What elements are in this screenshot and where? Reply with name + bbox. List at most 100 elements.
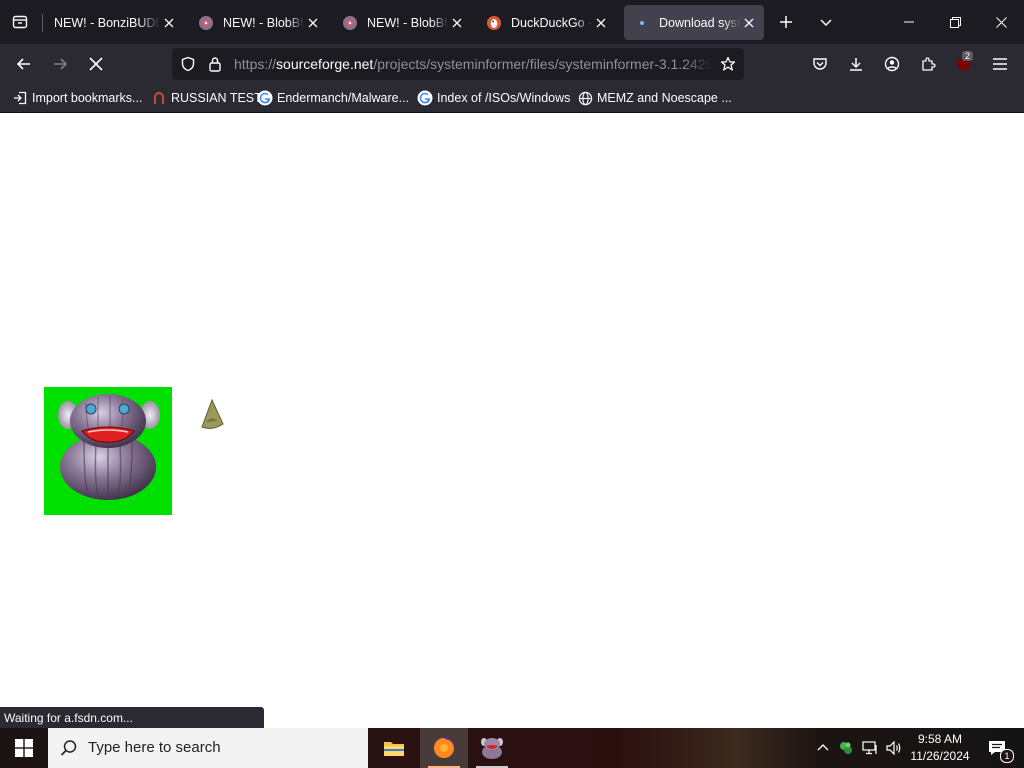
list-all-tabs-button[interactable]: [810, 6, 842, 38]
speaker-icon: [886, 741, 901, 755]
taskbar-clock[interactable]: 9:58 AM 11/26/2024: [905, 731, 975, 765]
pocket-button[interactable]: [804, 48, 836, 80]
taskbar-firefox[interactable]: [420, 728, 468, 768]
tab-blobbuddy-2[interactable]: NEW! - BlobBUDDY!: [332, 5, 472, 40]
extensions-button[interactable]: [912, 48, 944, 80]
forward-arrow-icon: [54, 58, 68, 70]
bookmark-memz[interactable]: MEMZ and Noescape ...: [577, 84, 732, 112]
tray-app-icon[interactable]: [834, 728, 858, 768]
bookmark-label: Endermanch/Malware...: [277, 91, 410, 105]
tab-bonzibuddy[interactable]: NEW! - BonziBUDDY!: [44, 5, 184, 40]
stop-loading-button[interactable]: [80, 48, 112, 80]
minimize-window-button[interactable]: [886, 0, 932, 44]
restore-window-button[interactable]: [932, 0, 978, 44]
blob-character-icon: [58, 394, 160, 500]
windows-logo-icon: [15, 739, 33, 757]
search-icon: [60, 740, 77, 756]
forward-button[interactable]: [44, 48, 76, 80]
restore-icon: [949, 16, 961, 28]
plus-icon: [780, 16, 792, 28]
taskbar-blobbuddy[interactable]: [468, 728, 516, 768]
close-tab-icon[interactable]: [594, 16, 608, 30]
clock-time: 9:58 AM: [917, 732, 963, 746]
download-icon: [850, 58, 862, 71]
tab-duckduckgo[interactable]: DuckDuckGo - Your: [476, 5, 616, 40]
tab-strip: NEW! - BonziBUDDY! NEW! - BlobBUDDY! NEW…: [0, 0, 1024, 44]
downloads-button[interactable]: [840, 48, 872, 80]
globe-icon: [577, 90, 593, 106]
close-icon: [995, 16, 1007, 28]
navigation-toolbar: https://sourceforge.net/projects/systemi…: [0, 44, 1024, 84]
network-icon: [862, 741, 877, 755]
import-icon: [12, 90, 28, 106]
page-content: Waiting for a.fsdn.com...: [0, 113, 1024, 728]
taskbar-search-box[interactable]: Type here to search: [48, 728, 368, 768]
tab-download-systeminformer[interactable]: Download systeminformer: [624, 5, 764, 40]
windows-taskbar: Type here to search 9:58 AM 11/26/2024 1: [0, 728, 1024, 768]
bookmark-label: Import bookmarks...: [32, 91, 143, 105]
url-text[interactable]: https://sourceforge.net/projects/systemi…: [234, 56, 712, 72]
account-button[interactable]: [876, 48, 908, 80]
show-hidden-icons-button[interactable]: [810, 728, 836, 768]
close-tab-icon[interactable]: [306, 16, 320, 30]
bookmark-index-isos[interactable]: Index of /ISOs/Windows: [417, 84, 570, 112]
new-tab-button[interactable]: [770, 6, 802, 38]
back-button[interactable]: [8, 48, 40, 80]
network-icon-button[interactable]: [858, 728, 882, 768]
google-icon: [417, 90, 433, 106]
stop-icon: [89, 57, 103, 71]
tab-title: NEW! - BlobBUDDY!: [223, 15, 304, 30]
chevron-up-icon: [817, 744, 829, 751]
bookmark-import[interactable]: Import bookmarks...: [12, 84, 142, 112]
back-arrow-icon: [16, 58, 30, 70]
url-scheme: https://: [234, 56, 277, 72]
pocket-icon: [813, 58, 827, 70]
start-button[interactable]: [0, 728, 48, 768]
taskbar-file-explorer[interactable]: [370, 728, 418, 768]
search-placeholder: Type here to search: [88, 739, 221, 756]
account-icon: [884, 56, 900, 72]
bookmark-endermanch[interactable]: Endermanch/Malware...: [257, 84, 409, 112]
app-menu-button[interactable]: [984, 48, 1016, 80]
extension-badge: 2: [962, 51, 974, 61]
minimize-icon: [904, 21, 914, 23]
bookmark-label: RUSSIAN TEST: [171, 91, 262, 105]
blobbuddy-mascot[interactable]: [44, 387, 172, 515]
blob-icon: [198, 15, 214, 31]
address-bar[interactable]: https://sourceforge.net/projects/systemi…: [172, 48, 744, 80]
bookmark-label: MEMZ and Noescape ...: [597, 91, 732, 105]
green-shield-icon: [840, 742, 852, 754]
blob-app-icon: [481, 738, 503, 759]
url-path: /projects/systeminformer/files/systeminf…: [373, 56, 712, 72]
bookmark-label: Index of /ISOs/Windows: [437, 91, 571, 105]
duckduckgo-icon: [486, 15, 502, 31]
close-tab-icon[interactable]: [450, 16, 464, 30]
bookmark-star-icon[interactable]: [716, 54, 740, 74]
close-window-button[interactable]: [978, 0, 1024, 44]
blob-icon: [342, 15, 358, 31]
chevron-down-icon: [820, 19, 832, 27]
bookmarks-toolbar: Import bookmarks... RUSSIAN TEST Enderma…: [0, 84, 1024, 113]
status-panel: Waiting for a.fsdn.com...: [0, 707, 264, 728]
tab-title: NEW! - BlobBUDDY!: [367, 15, 448, 30]
notification-badge: 1: [1000, 749, 1014, 763]
notification-center-button[interactable]: 1: [978, 728, 1016, 768]
tracking-protection-icon[interactable]: [178, 55, 198, 73]
firefox-view-button[interactable]: [4, 6, 36, 38]
loading-dot-icon: [634, 15, 650, 31]
volume-icon-button[interactable]: [882, 728, 906, 768]
close-tab-icon[interactable]: [742, 16, 756, 30]
floating-leaf-icon: [198, 397, 226, 431]
tab-title: Download systeminformer: [659, 15, 740, 30]
bookmark-russian-test[interactable]: RUSSIAN TEST: [151, 84, 262, 112]
close-tab-icon[interactable]: [162, 16, 176, 30]
ublock-extension-button[interactable]: 2: [948, 48, 980, 80]
google-icon: [257, 90, 273, 106]
firefox-view-icon: [12, 15, 28, 29]
tab-blobbuddy-1[interactable]: NEW! - BlobBUDDY!: [188, 5, 328, 40]
lock-icon[interactable]: [205, 55, 225, 73]
horseshoe-icon: [151, 90, 167, 106]
url-host: sourceforge.net: [276, 56, 374, 72]
clock-date: 11/26/2024: [910, 749, 970, 763]
tab-separator: [42, 14, 43, 32]
